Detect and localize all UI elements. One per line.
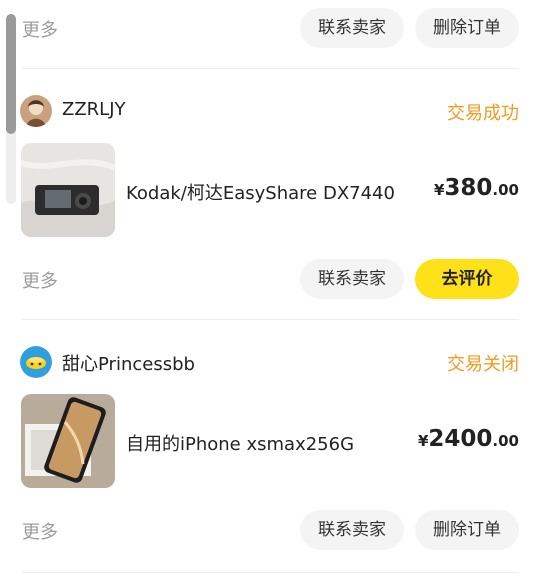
price-decimal: .00 bbox=[492, 432, 519, 450]
seller-avatar[interactable] bbox=[20, 95, 52, 127]
price-integer: 2400 bbox=[428, 426, 493, 452]
order-status: 交易成功 bbox=[447, 103, 519, 124]
price-decimal: .00 bbox=[492, 181, 519, 199]
product-title[interactable]: Kodak/柯达EasyShare DX7440 bbox=[126, 179, 395, 205]
divider bbox=[22, 572, 519, 573]
more-link[interactable]: 更多 bbox=[22, 267, 58, 293]
divider bbox=[22, 68, 519, 69]
delete-order-button[interactable]: 删除订单 bbox=[415, 8, 519, 48]
order-actions: 更多 联系卖家 去评价 bbox=[0, 257, 540, 301]
product-title[interactable]: 自用的iPhone xsmax256G bbox=[126, 430, 354, 456]
order-actions: 更多 联系卖家 删除订单 bbox=[0, 508, 540, 552]
price-currency: ¥ bbox=[417, 432, 429, 450]
divider bbox=[22, 319, 519, 320]
review-button[interactable]: 去评价 bbox=[415, 259, 519, 299]
contact-seller-button[interactable]: 联系卖家 bbox=[300, 510, 404, 550]
price-currency: ¥ bbox=[433, 181, 445, 199]
price-integer: 380 bbox=[444, 175, 493, 201]
seller-name[interactable]: ZZRLJY bbox=[62, 99, 126, 120]
product-price: ¥2400.00 bbox=[418, 426, 519, 452]
product-image[interactable] bbox=[21, 143, 115, 237]
order-actions-top: 更多 联系卖家 删除订单 bbox=[0, 6, 540, 50]
product-price: ¥380.00 bbox=[434, 175, 519, 201]
contact-seller-button[interactable]: 联系卖家 bbox=[300, 259, 404, 299]
more-link[interactable]: 更多 bbox=[22, 16, 58, 42]
product-image[interactable] bbox=[21, 394, 115, 488]
delete-order-button[interactable]: 删除订单 bbox=[415, 510, 519, 550]
contact-seller-button[interactable]: 联系卖家 bbox=[300, 8, 404, 48]
order-status: 交易关闭 bbox=[447, 354, 519, 375]
seller-name[interactable]: 甜心Princessbb bbox=[62, 350, 195, 376]
seller-avatar[interactable] bbox=[20, 346, 52, 378]
more-link[interactable]: 更多 bbox=[22, 518, 58, 544]
